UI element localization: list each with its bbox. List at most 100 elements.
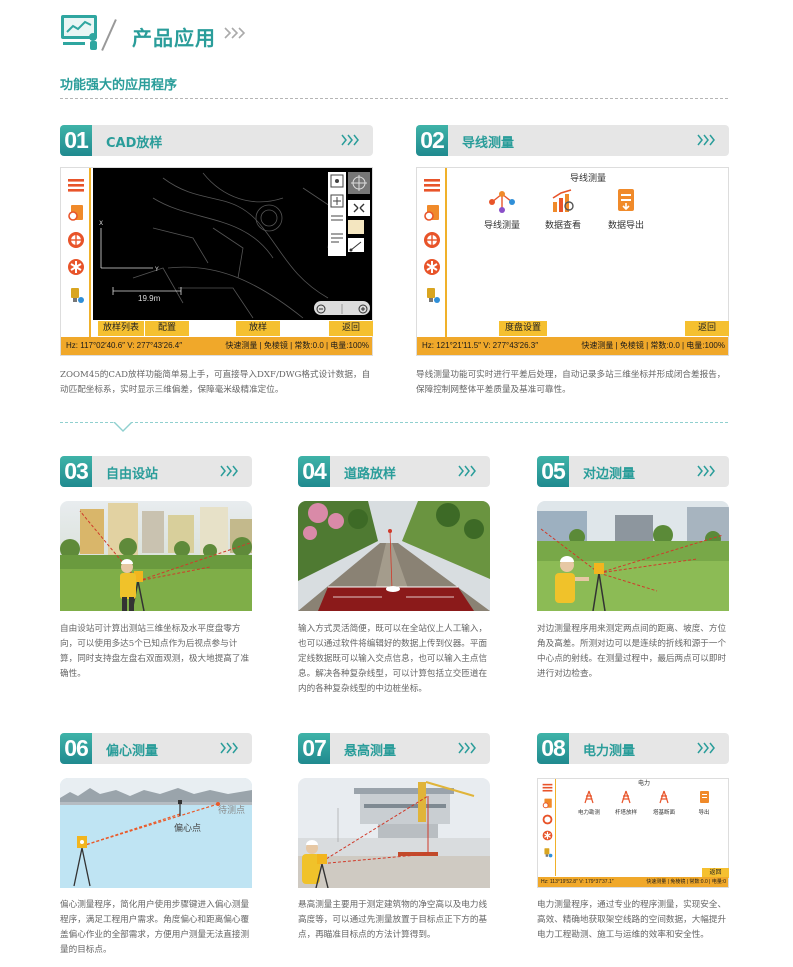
section-number: 05 <box>537 456 569 487</box>
section-description: 自由设站可计算出测站三维坐标及水平度盘零方向，可以使用多达5个已知点作为后视点参… <box>60 624 250 679</box>
menu-icon[interactable] <box>542 782 553 793</box>
section-name: 对边测量 <box>583 467 636 482</box>
back-button[interactable]: 返回 <box>685 321 729 336</box>
app-label: 杆塔放样 <box>614 810 637 816</box>
page-title: 产品应用 <box>132 26 216 50</box>
export-icon <box>700 791 709 803</box>
presentation-icon <box>61 15 97 50</box>
section-name: 道路放样 <box>344 467 397 482</box>
stakeout-button[interactable]: 放样 <box>236 321 280 336</box>
section-description: 对边测量程序用来测定两点间的距离、坡度、方位角及高差。所测对边可以是连续的折线和… <box>537 624 727 679</box>
target-icon[interactable] <box>67 231 85 249</box>
angle-readout: Hz: 117°02′40.6″ V: 277°43′26.4″ <box>66 341 183 350</box>
asterisk-icon[interactable] <box>423 258 441 276</box>
section-subtitle: 功能强大的应用程序 <box>60 78 178 93</box>
status-info: 快速测量 | 免棱镜 | 常数:0.0 | 电量:0 <box>646 879 726 885</box>
section-name: CAD放样 <box>106 136 163 151</box>
back-button[interactable]: 返回 <box>329 321 373 336</box>
app-data-view[interactable]: 数据查看 <box>540 188 586 231</box>
asterisk-icon[interactable] <box>67 258 85 276</box>
offset-measurement-image: 待测点 偏心点 <box>60 778 252 888</box>
export-icon <box>618 189 634 211</box>
status-bar: Hz: 117°02′40.6″ V: 277°43′26.4″ 快速测量 | … <box>61 337 372 355</box>
divider <box>60 422 728 423</box>
circle-setting-button[interactable]: 度盘设置 <box>499 321 547 336</box>
app-export[interactable]: 导出 <box>689 789 719 816</box>
screen-title: 电力 <box>638 780 651 787</box>
zoom-control[interactable] <box>314 301 370 315</box>
target-icon[interactable] <box>423 231 441 249</box>
stakeout-list-button[interactable]: 放样列表 <box>98 321 144 336</box>
angle-readout: Hz: 113°19′52.8″ V: 179°37′37.1″ <box>541 879 614 885</box>
target-icon[interactable] <box>542 814 553 825</box>
app-power-survey[interactable]: 电力勘测 <box>574 789 604 816</box>
chevrons-right-icon <box>220 465 238 477</box>
app-label: 导出 <box>698 810 710 816</box>
app-label: 导线测量 <box>483 221 520 231</box>
menu-icon[interactable] <box>67 176 85 194</box>
crosshair-icon[interactable] <box>348 172 370 194</box>
section-header-cad: 01 CAD放样 <box>60 125 373 156</box>
asterisk-icon[interactable] <box>542 830 553 841</box>
section-header-traverse: 02 导线测量 <box>416 125 729 156</box>
app-label: 电力勘测 <box>577 810 600 816</box>
app-label: 塔基断面 <box>652 810 675 816</box>
section-description: 悬高测量主要用于测定建筑物的净空高以及电力线高度等，可以通过先测量放置于目标点正… <box>298 900 488 940</box>
layer-icon[interactable] <box>348 220 364 234</box>
status-bar: Hz: 113°19′52.8″ V: 179°37′37.1″ 快速测量 | … <box>538 877 728 887</box>
section-number: 08 <box>537 733 569 764</box>
section-header-missing-line: 05 对边测量 <box>537 456 729 487</box>
menu-icon[interactable] <box>423 176 441 194</box>
road-stakeout-photo <box>298 501 490 611</box>
section-description: 偏心测量程序，简化用户使用步骤键进入偏心测量程序，满足工程用户需求。角度偏心和距… <box>60 900 250 955</box>
section-name: 悬高测量 <box>344 744 397 759</box>
divider <box>60 98 728 99</box>
screen-title: 导线测量 <box>570 174 607 184</box>
svg-text:Y: Y <box>154 266 159 273</box>
section-number: 07 <box>298 733 330 764</box>
app-tower-stakeout[interactable]: 杆塔放样 <box>611 789 641 816</box>
section-number: 04 <box>298 456 330 487</box>
cad-screen: Y X 19.9m 放样列表 配置 放样 返回 Hz: 117°02′40.6″… <box>60 167 373 356</box>
chevrons-right-icon <box>697 742 715 754</box>
document-search-icon[interactable] <box>423 204 441 222</box>
angle-readout: Hz: 121°21′11.5″ V: 277°43′26.3″ <box>422 341 539 350</box>
total-station-icon[interactable] <box>67 286 85 304</box>
total-station-icon[interactable] <box>542 847 553 858</box>
free-station-photo <box>60 501 252 611</box>
fit-view-icon[interactable] <box>348 200 370 216</box>
document-search-icon[interactable] <box>542 798 553 809</box>
document-search-icon[interactable] <box>67 204 85 222</box>
tower-icon <box>621 790 631 804</box>
section-number: 01 <box>60 125 92 156</box>
section-number: 03 <box>60 456 92 487</box>
app-data-export[interactable]: 数据导出 <box>603 188 649 231</box>
chart-search-icon <box>552 189 574 212</box>
app-traverse[interactable]: 导线测量 <box>479 188 525 231</box>
scale-label: 19.9m <box>138 294 161 303</box>
section-header-free-station: 03 自由设站 <box>60 456 252 487</box>
config-button[interactable]: 配置 <box>145 321 189 336</box>
sidebar <box>417 168 447 337</box>
offset-point-label: 偏心点 <box>174 824 202 834</box>
section-header-offset: 06 偏心测量 <box>60 733 252 764</box>
section-header-road: 04 道路放样 <box>298 456 490 487</box>
chevrons-right-icon <box>458 465 476 477</box>
measure-icon[interactable] <box>348 238 364 252</box>
remote-height-photo <box>298 778 490 888</box>
total-station-icon[interactable] <box>423 286 441 304</box>
chevrons-right-icon <box>224 27 246 39</box>
section-name: 导线测量 <box>462 136 515 151</box>
status-bar: Hz: 121°21′11.5″ V: 277°43′26.3″ 快速测量 | … <box>417 337 728 355</box>
traverse-icon <box>489 191 515 213</box>
status-info: 快速测量 | 免棱镜 | 常数:0.0 | 电量:100% <box>581 341 725 350</box>
cad-canvas[interactable]: Y X 19.9m <box>93 168 372 320</box>
section-description: 输入方式灵活简便，既可以在全站仪上人工输入，也可以通过软件将编辑好的数据上传到仪… <box>298 624 488 694</box>
section-number: 02 <box>416 125 448 156</box>
tool-icons <box>330 174 344 243</box>
section-description: 电力测量程序，通过专业的程序测量，实现安全、高效、精确地获取架空线路的空间数据，… <box>537 900 727 940</box>
cad-toolbar[interactable] <box>328 172 346 256</box>
app-tower-section[interactable]: 塔基断面 <box>649 789 679 816</box>
chevrons-right-icon <box>341 134 359 146</box>
power-screen: 电力 电力勘测 杆塔放样 塔基断面 导出 返回 Hz: 113°19′52.8″… <box>537 778 729 888</box>
